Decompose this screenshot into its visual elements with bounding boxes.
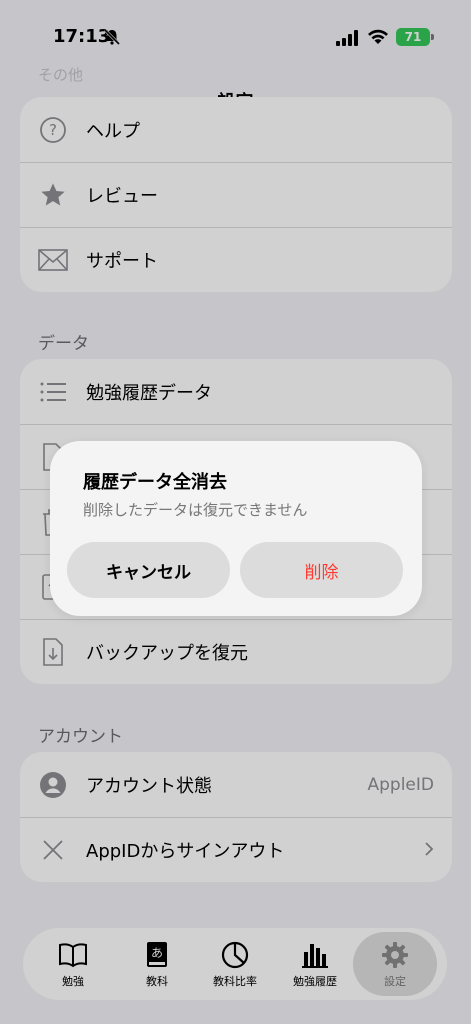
- delete-button[interactable]: 削除: [240, 542, 403, 598]
- cancel-button[interactable]: キャンセル: [67, 542, 230, 598]
- delete-history-alert: 履歴データ全消去 削除したデータは復元できません キャンセル 削除: [50, 441, 422, 616]
- alert-message: 削除したデータは復元できません: [83, 501, 308, 519]
- alert-title: 履歴データ全消去: [83, 472, 227, 493]
- settings-page: 17:13 71 その他 設定 ? ヘルプ: [0, 0, 471, 1024]
